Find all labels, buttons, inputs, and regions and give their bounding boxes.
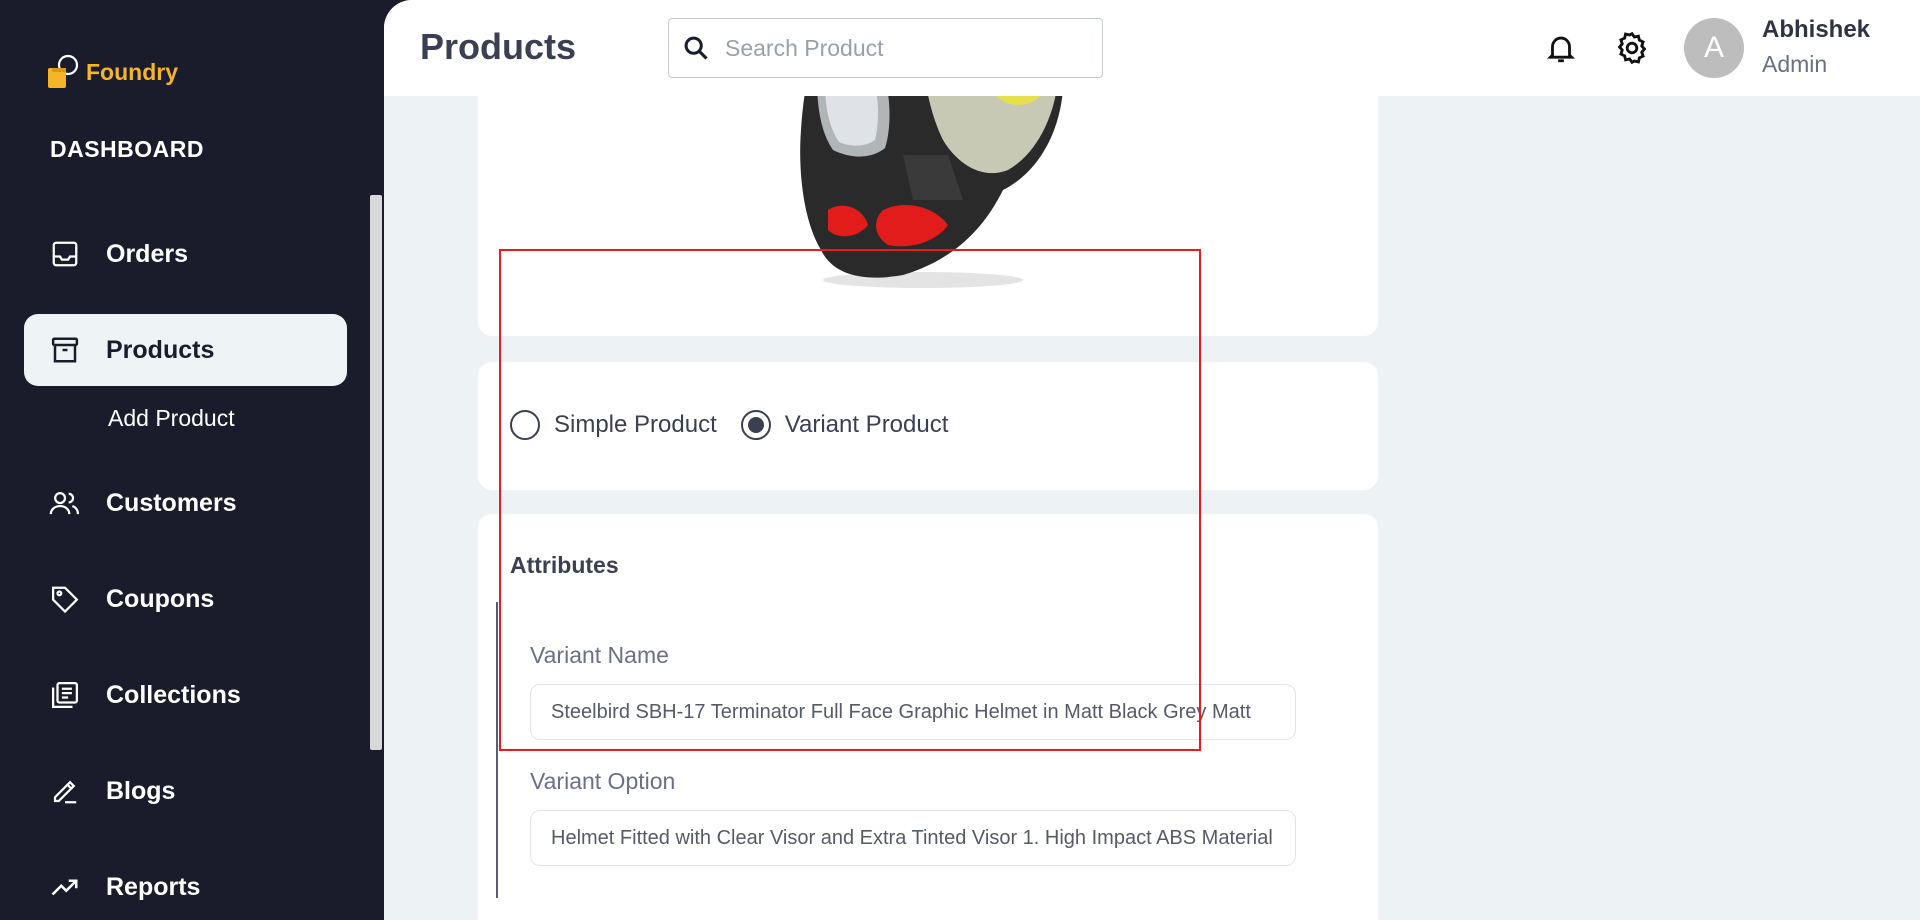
user-name: Abhishek <box>1762 16 1871 43</box>
page-title: Products <box>420 26 577 67</box>
sidebar-item-orders[interactable]: Orders <box>24 218 347 290</box>
sidebar-item-label: Reports <box>106 872 201 901</box>
attributes-divider <box>496 602 498 898</box>
main-content: Simple Product Variant Product Attribute… <box>384 0 1920 920</box>
product-image-card <box>478 60 1378 336</box>
product-type-radio-group: Simple Product Variant Product <box>510 410 972 440</box>
variant-option-input[interactable] <box>530 810 1296 866</box>
top-bar: Products A Abhishek Admin <box>384 0 1920 96</box>
search-box[interactable] <box>668 18 1103 78</box>
trending-up-icon <box>48 870 82 904</box>
sidebar-item-label: Blogs <box>106 776 176 805</box>
sidebar-item-collections[interactable]: Collections <box>24 659 347 731</box>
brand-logo[interactable]: Foundry <box>46 54 178 90</box>
sidebar-item-coupons[interactable]: Coupons <box>24 563 347 635</box>
sidebar-item-reports[interactable]: Reports <box>24 851 347 920</box>
dashboard-label[interactable]: DASHBOARD <box>50 136 204 163</box>
search-input[interactable] <box>725 34 1085 62</box>
variant-product-label[interactable]: Variant Product <box>785 411 949 439</box>
sidebar-item-label: Coupons <box>106 584 215 613</box>
product-type-card: Simple Product Variant Product <box>478 362 1378 490</box>
sidebar-scrollbar[interactable] <box>370 195 382 750</box>
users-icon <box>48 486 82 520</box>
attributes-card: Attributes Variant Name Variant Option <box>478 514 1378 920</box>
variant-product-radio[interactable] <box>740 410 771 440</box>
foundry-logo-icon <box>48 54 79 88</box>
archive-icon <box>48 333 82 367</box>
sidebar-item-label: Customers <box>106 488 237 517</box>
search-icon <box>681 33 711 63</box>
inbox-icon <box>48 237 82 271</box>
sidebar-subitem-add-product[interactable]: Add Product <box>108 405 235 432</box>
collections-icon <box>48 678 82 712</box>
bell-icon[interactable] <box>1544 30 1578 66</box>
variant-option-label: Variant Option <box>530 768 676 794</box>
brand-name: Foundry <box>86 58 178 85</box>
sidebar-item-label: Orders <box>106 239 188 268</box>
tag-icon <box>48 582 82 616</box>
variant-name-label: Variant Name <box>530 642 669 668</box>
simple-product-label[interactable]: Simple Product <box>554 411 717 439</box>
sidebar-item-label: Products <box>106 335 215 364</box>
sidebar-item-blogs[interactable]: Blogs <box>24 755 347 827</box>
simple-product-radio[interactable] <box>510 410 540 440</box>
sidebar-item-customers[interactable]: Customers <box>24 467 347 539</box>
gear-icon[interactable] <box>1614 30 1650 66</box>
avatar[interactable]: A <box>1684 18 1744 78</box>
sidebar-item-products[interactable]: Products <box>24 314 347 386</box>
radio-selected-dot <box>747 417 764 433</box>
sidebar: Foundry DASHBOARD Orders Products Add Pr… <box>0 0 384 920</box>
user-role: Admin <box>1762 51 1828 77</box>
attributes-title: Attributes <box>510 552 619 578</box>
variant-name-input[interactable] <box>530 684 1296 740</box>
edit-icon <box>48 774 82 808</box>
sidebar-item-label: Collections <box>106 680 241 709</box>
